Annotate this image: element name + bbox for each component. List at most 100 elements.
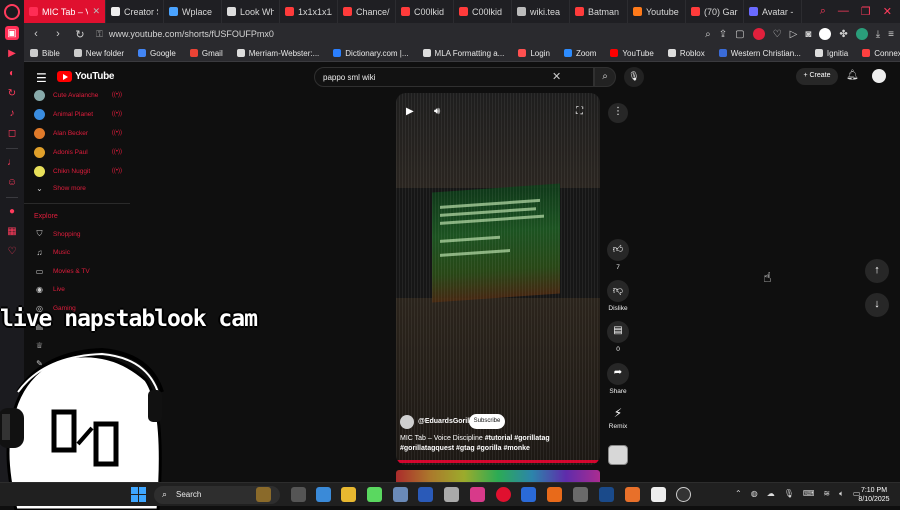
thumbs-up-icon[interactable]: 👍︎ [607,239,629,261]
store-icon[interactable] [316,487,331,502]
previous-short-button[interactable]: ↑ [865,259,889,283]
thumbs-down-icon[interactable]: 👎︎ [607,280,629,302]
show-more-button[interactable]: ⌄ Show more [24,180,130,196]
restore-icon[interactable]: ❐ [861,5,871,18]
studio-icon[interactable] [625,487,640,502]
playback-progress-bar[interactable] [396,460,600,463]
close-icon[interactable]: ✕ [883,5,892,18]
play-icon[interactable]: ▶ [406,106,414,117]
security-icon[interactable]: ◍ [751,489,758,499]
browser-tab[interactable]: Chance/ [338,0,396,23]
subscription-item[interactable]: Chikn Nuggit ((•)) [24,163,130,179]
explore-item[interactable]: ⛉ Shopping [24,226,130,242]
speaker-icon[interactable]: 🔈︎ [839,489,844,499]
apps-grid-icon[interactable]: ▦ [5,224,19,238]
discord-icon[interactable]: ☺ [5,175,19,189]
search-button[interactable]: ⌕ [594,67,616,87]
history-icon[interactable]: ↻ [5,86,19,100]
browser-tab[interactable]: C00lkid [396,0,454,23]
steam-alt-icon[interactable] [599,487,614,502]
share-arrow-icon[interactable]: ➦ [607,363,629,385]
subscribe-button[interactable]: Subscribe [469,414,505,429]
sound-thumbnail[interactable] [608,445,628,465]
task-view-icon[interactable] [291,487,306,502]
sidebar-app-icon[interactable]: ▣ [5,26,19,40]
file-explorer-icon[interactable] [341,487,356,502]
explore-item[interactable]: ♫ Music [24,245,130,261]
clear-search-icon[interactable]: ✕ [552,70,561,83]
explore-item[interactable]: ◉ Live [24,282,130,298]
screenshot-icon[interactable]: ▢ [735,29,744,40]
share-action[interactable]: ➦ Share [606,363,630,395]
subscription-item[interactable]: Adonis Paul ((•)) [24,144,130,160]
search-tabs-icon[interactable]: ⌕ [820,5,826,18]
account-avatar[interactable] [872,69,886,83]
subscription-item[interactable]: Animal Planet ((•)) [24,106,130,122]
bookmark-item[interactable]: Gmail [189,49,223,58]
notifications-bell-icon[interactable]: 🔔︎ [846,70,859,81]
opera-icon[interactable]: ● [5,204,19,218]
bookmark-item[interactable]: MLA Formatting a... [422,49,504,58]
browser-tab[interactable]: Wplace [164,0,222,23]
like-action[interactable]: 👍︎ 7 [606,239,630,271]
taskbar-clock[interactable]: 7:10 PM 8/10/2025 [852,486,896,504]
bookmark-item[interactable]: Dictionary.com |... [333,49,409,58]
youtube-sidebar-icon[interactable]: ▶ [5,46,19,60]
back-icon[interactable]: ‹ [30,28,42,40]
extensions-puzzle-icon[interactable]: ✤ [839,29,847,40]
browser-tab[interactable]: (70) Gar [686,0,744,23]
dislike-action[interactable]: 👎︎ Dislike [606,280,630,312]
minimize-icon[interactable]: — [838,5,849,18]
bookmark-item[interactable]: Western Christian... [718,49,801,58]
channel-avatar[interactable] [400,415,414,429]
roblox-icon[interactable] [651,487,666,502]
tablet-app-icon[interactable] [444,487,459,502]
menu-lines-icon[interactable]: ≡ [888,29,894,40]
bookmark-item[interactable]: Merriam-Webster:... [236,49,319,58]
music-icon[interactable]: ♪ [5,106,19,120]
hamburger-menu-icon[interactable]: ☰ [36,71,47,85]
pixel-app-icon[interactable] [367,487,382,502]
volume-icon[interactable]: 🔊︎ [434,106,440,117]
browser-tab[interactable]: Batman [570,0,628,23]
obs-icon[interactable] [676,487,691,502]
opera-logo-icon[interactable] [4,4,20,20]
bookmark-item[interactable]: Login [518,49,550,58]
bookmark-item[interactable]: New folder [73,49,124,58]
comment-icon[interactable]: ▤ [607,321,629,343]
game-launcher-icon[interactable] [547,487,562,502]
subscription-item[interactable]: Cute Avalanche ((•)) [24,87,130,103]
browser-tab[interactable]: MIC Tab – Voice D ✕ [24,0,106,23]
fullscreen-icon[interactable]: ⛶ [576,106,583,117]
bookmark-item[interactable]: Zoom [563,49,596,58]
url-field[interactable]: ⚿ www.youtube.com/shorts/fUSFOUFPmx0 [96,29,695,40]
messenger-icon[interactable]: ◐ [5,66,19,80]
heart-icon[interactable]: ♡ [5,244,19,258]
youtube-logo[interactable]: YouTube [57,71,115,82]
bookmark-item[interactable]: Roblox [667,49,705,58]
search-highlight-icon[interactable] [256,487,271,502]
play-extension-icon[interactable]: ▷ [790,29,798,40]
browser-tab[interactable]: wiki.tea [512,0,570,23]
shorts-player[interactable]: ▶ 🔊︎ ⛶ @EduardsGorilla Subscribe MIC Tab… [396,93,600,465]
download-icon[interactable]: ⤓ [876,29,880,40]
next-short-button[interactable]: ↓ [865,293,889,317]
mic-tray-icon[interactable]: 🎙︎ [784,489,794,499]
remix-action[interactable]: ⚡︎ Remix [606,406,630,430]
vpn-shield-icon[interactable] [752,28,765,40]
profile-avatar-icon[interactable] [855,28,868,40]
camera-icon[interactable]: ◙ [805,29,811,40]
steam-icon[interactable] [521,487,536,502]
settings-gear-icon[interactable] [573,487,588,502]
wifi-icon[interactable]: ≋ [823,489,830,499]
remix-icon[interactable]: ⚡︎ [606,406,630,420]
paint-drop-icon[interactable] [470,487,485,502]
browser-tab[interactable]: Avatar - [744,0,802,23]
explore-item[interactable]: ▭ Movies & TV [24,263,130,279]
channel-name[interactable]: @EduardsGorilla [418,418,475,425]
opera-gx-icon[interactable] [496,487,511,502]
bookmark-heart-icon[interactable]: ♡ [773,29,782,40]
browser-tab[interactable]: 1x1x1x1/ [280,0,338,23]
comments-action[interactable]: ▤ 0 [606,321,630,353]
start-button[interactable] [131,487,146,502]
